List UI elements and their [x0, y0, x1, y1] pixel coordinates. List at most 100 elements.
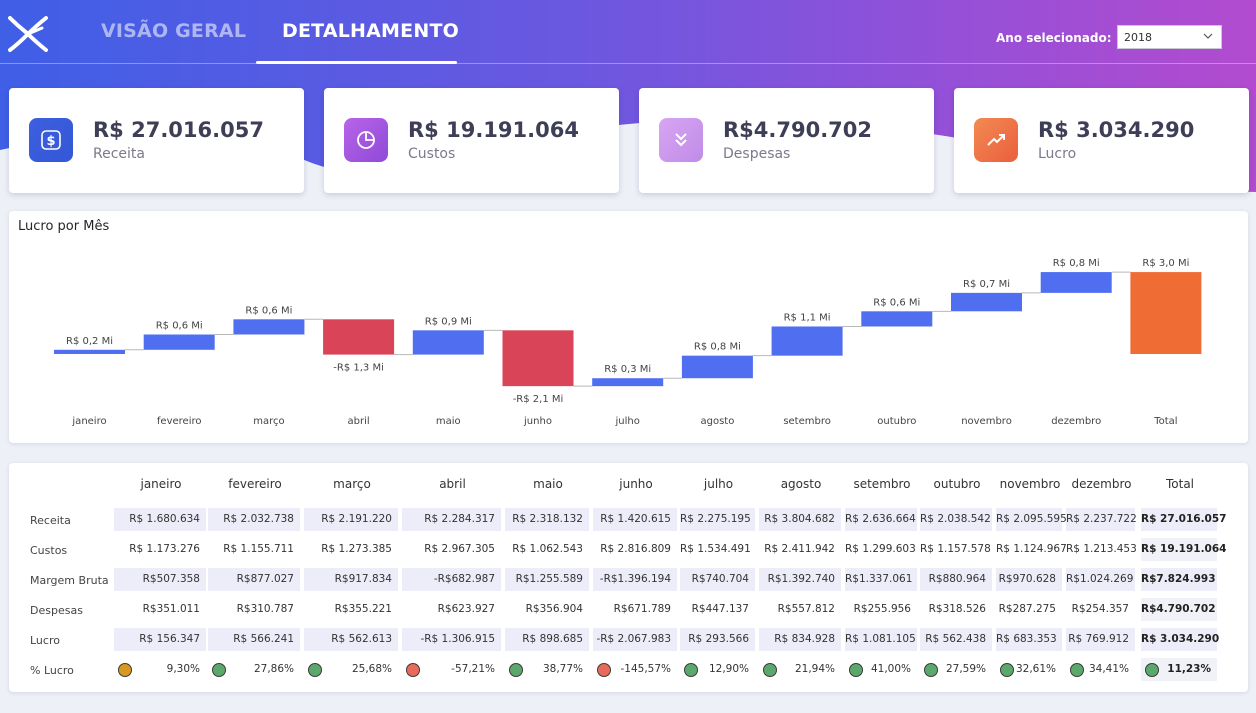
status-dot-icon [1000, 663, 1014, 677]
table-cell: R$ 1.273.385 [304, 538, 398, 561]
table-cell: R$1.024.269 [1066, 568, 1135, 591]
header-divider [0, 63, 1256, 64]
cell-value: R$ 898.685 [522, 633, 583, 645]
bar-janeiro[interactable] [54, 349, 125, 354]
table-cell: R$ 2.237.722 [1066, 508, 1137, 531]
column-header-11: dezembro [1071, 477, 1132, 491]
tab-detalhamento[interactable]: DETALHAMENTO [282, 20, 459, 42]
column-header-2: março [333, 477, 371, 491]
table-cell: R$ 1.534.491 [680, 538, 755, 561]
table-cell: 34,41% [1066, 658, 1135, 681]
table-cell: R$671.789 [593, 598, 677, 621]
status-dot-icon [684, 663, 698, 677]
table-cell: R$ 3.804.682 [759, 508, 841, 531]
bar-novembro[interactable] [951, 292, 1022, 312]
table-cell: 32,61% [996, 658, 1062, 681]
kpi-value: R$ 27.016.057 [93, 118, 264, 142]
cell-value: R$ 562.438 [925, 633, 986, 645]
category-label: agosto [700, 416, 734, 427]
table-cell: R$877.027 [208, 568, 300, 591]
cell-value: R$ 3.034.290 [1141, 633, 1220, 645]
table-cell: R$ 27.016.057 [1141, 508, 1226, 531]
data-label: R$ 0,6 Mi [245, 305, 292, 316]
status-dot-icon [849, 663, 863, 677]
cell-value: R$ 683.353 [996, 633, 1057, 645]
bar-outubro[interactable] [861, 311, 933, 327]
cell-value: R$917.834 [334, 573, 392, 585]
cell-value: -R$ 1.306.915 [420, 633, 495, 645]
bar-julho[interactable] [592, 378, 664, 387]
bar-março[interactable] [233, 319, 305, 335]
bar-abril[interactable] [323, 319, 395, 355]
data-label: R$ 0,6 Mi [156, 321, 203, 332]
year-dropdown[interactable]: 2018 [1117, 25, 1222, 49]
cell-value: R$880.964 [928, 573, 986, 585]
bar-fevereiro[interactable] [143, 334, 215, 350]
column-header-5: junho [619, 477, 653, 491]
data-label: R$ 0,9 Mi [425, 316, 472, 327]
cell-value: R$ 2.038.542 [920, 513, 991, 525]
data-label: R$ 0,6 Mi [873, 297, 920, 308]
table-cell: R$255.956 [845, 598, 917, 621]
table-cell: R$ 2.636.664 [845, 508, 917, 531]
table-cell: R$623.927 [402, 598, 501, 621]
table-cell: R$ 2.038.542 [920, 508, 992, 531]
table-cell: 9,30% [114, 658, 206, 681]
column-header-4: maio [533, 477, 563, 491]
cell-value: R$356.904 [525, 603, 583, 615]
cell-value: -57,21% [451, 663, 495, 675]
bar-Total[interactable] [1130, 272, 1202, 354]
cell-value: 12,90% [708, 663, 749, 675]
cell-value: R$ 2.032.738 [223, 513, 294, 525]
cell-value: R$ 1.081.105 [845, 633, 916, 645]
table-cell: R$ 3.034.290 [1141, 628, 1220, 651]
tab-visao-geral[interactable]: VISÃO GERAL [101, 20, 246, 42]
data-label: R$ 3,0 Mi [1142, 258, 1189, 269]
cell-value: R$ 293.566 [688, 633, 749, 645]
monthly-matrix-table: janeiro fevereiro março abril maio junho julho… [9, 463, 1248, 692]
cell-value: R$ 2.095.595 [996, 513, 1067, 525]
data-label: R$ 0,8 Mi [1053, 258, 1100, 269]
column-header-1: fevereiro [228, 477, 282, 491]
cell-value: 32,61% [1015, 663, 1056, 675]
table-cell: R$ 19.191.064 [1141, 538, 1226, 561]
table-cell: R$1.337.061 [845, 568, 917, 591]
category-label: Total [1153, 416, 1177, 427]
table-cell: R$287.275 [996, 598, 1062, 621]
status-dot-icon [597, 663, 611, 677]
table-cell: R$ 2.967.305 [402, 538, 501, 561]
cell-value: R$ 2.284.317 [424, 513, 495, 525]
bar-junho[interactable] [502, 330, 574, 387]
cell-value: R$1.255.589 [515, 573, 583, 585]
row-label: Custos [30, 544, 68, 557]
cell-value: R$ 19.191.064 [1141, 543, 1227, 555]
bar-dezembro[interactable] [1040, 272, 1112, 293]
table-cell: 27,86% [208, 658, 300, 681]
kpi-card-despesas: R$4.790.702 Despesas [639, 88, 934, 193]
year-selector-label: Ano selecionado: [996, 31, 1112, 45]
bar-maio[interactable] [412, 330, 484, 355]
table-cell: R$254.357 [1066, 598, 1135, 621]
table-cell: -R$ 1.306.915 [402, 628, 501, 651]
table-cell: R$318.526 [920, 598, 992, 621]
data-label: R$ 0,7 Mi [963, 279, 1010, 290]
table-cell: R$ 1.062.543 [505, 538, 589, 561]
table-cell: R$ 2.411.942 [759, 538, 841, 561]
bar-agosto[interactable] [681, 355, 753, 379]
table-cell: -145,57% [593, 658, 677, 681]
bar-setembro[interactable] [771, 326, 843, 356]
cell-value: R$ 2.411.942 [764, 543, 835, 555]
column-header-6: julho [703, 477, 734, 491]
logo-icon [8, 16, 48, 52]
cell-value: 38,77% [542, 663, 583, 675]
table-cell: R$880.964 [920, 568, 992, 591]
data-label: R$ 1,1 Mi [784, 312, 831, 323]
table-cell: R$507.358 [114, 568, 206, 591]
waterfall-chart-panel: Lucro por Mês R$ 0,2 Mi janeiro R$ 0,6 Mi f… [9, 211, 1248, 443]
table-cell: R$7.824.993 [1141, 568, 1217, 591]
kpi-value: R$ 3.034.290 [1038, 118, 1195, 142]
cell-value: 34,41% [1088, 663, 1129, 675]
status-dot-icon [118, 663, 132, 677]
pie-chart-icon [344, 118, 388, 162]
waterfall-chart: R$ 0,2 Mi janeiro R$ 0,6 Mi fevereiro R$ 0,6… [54, 258, 1202, 427]
